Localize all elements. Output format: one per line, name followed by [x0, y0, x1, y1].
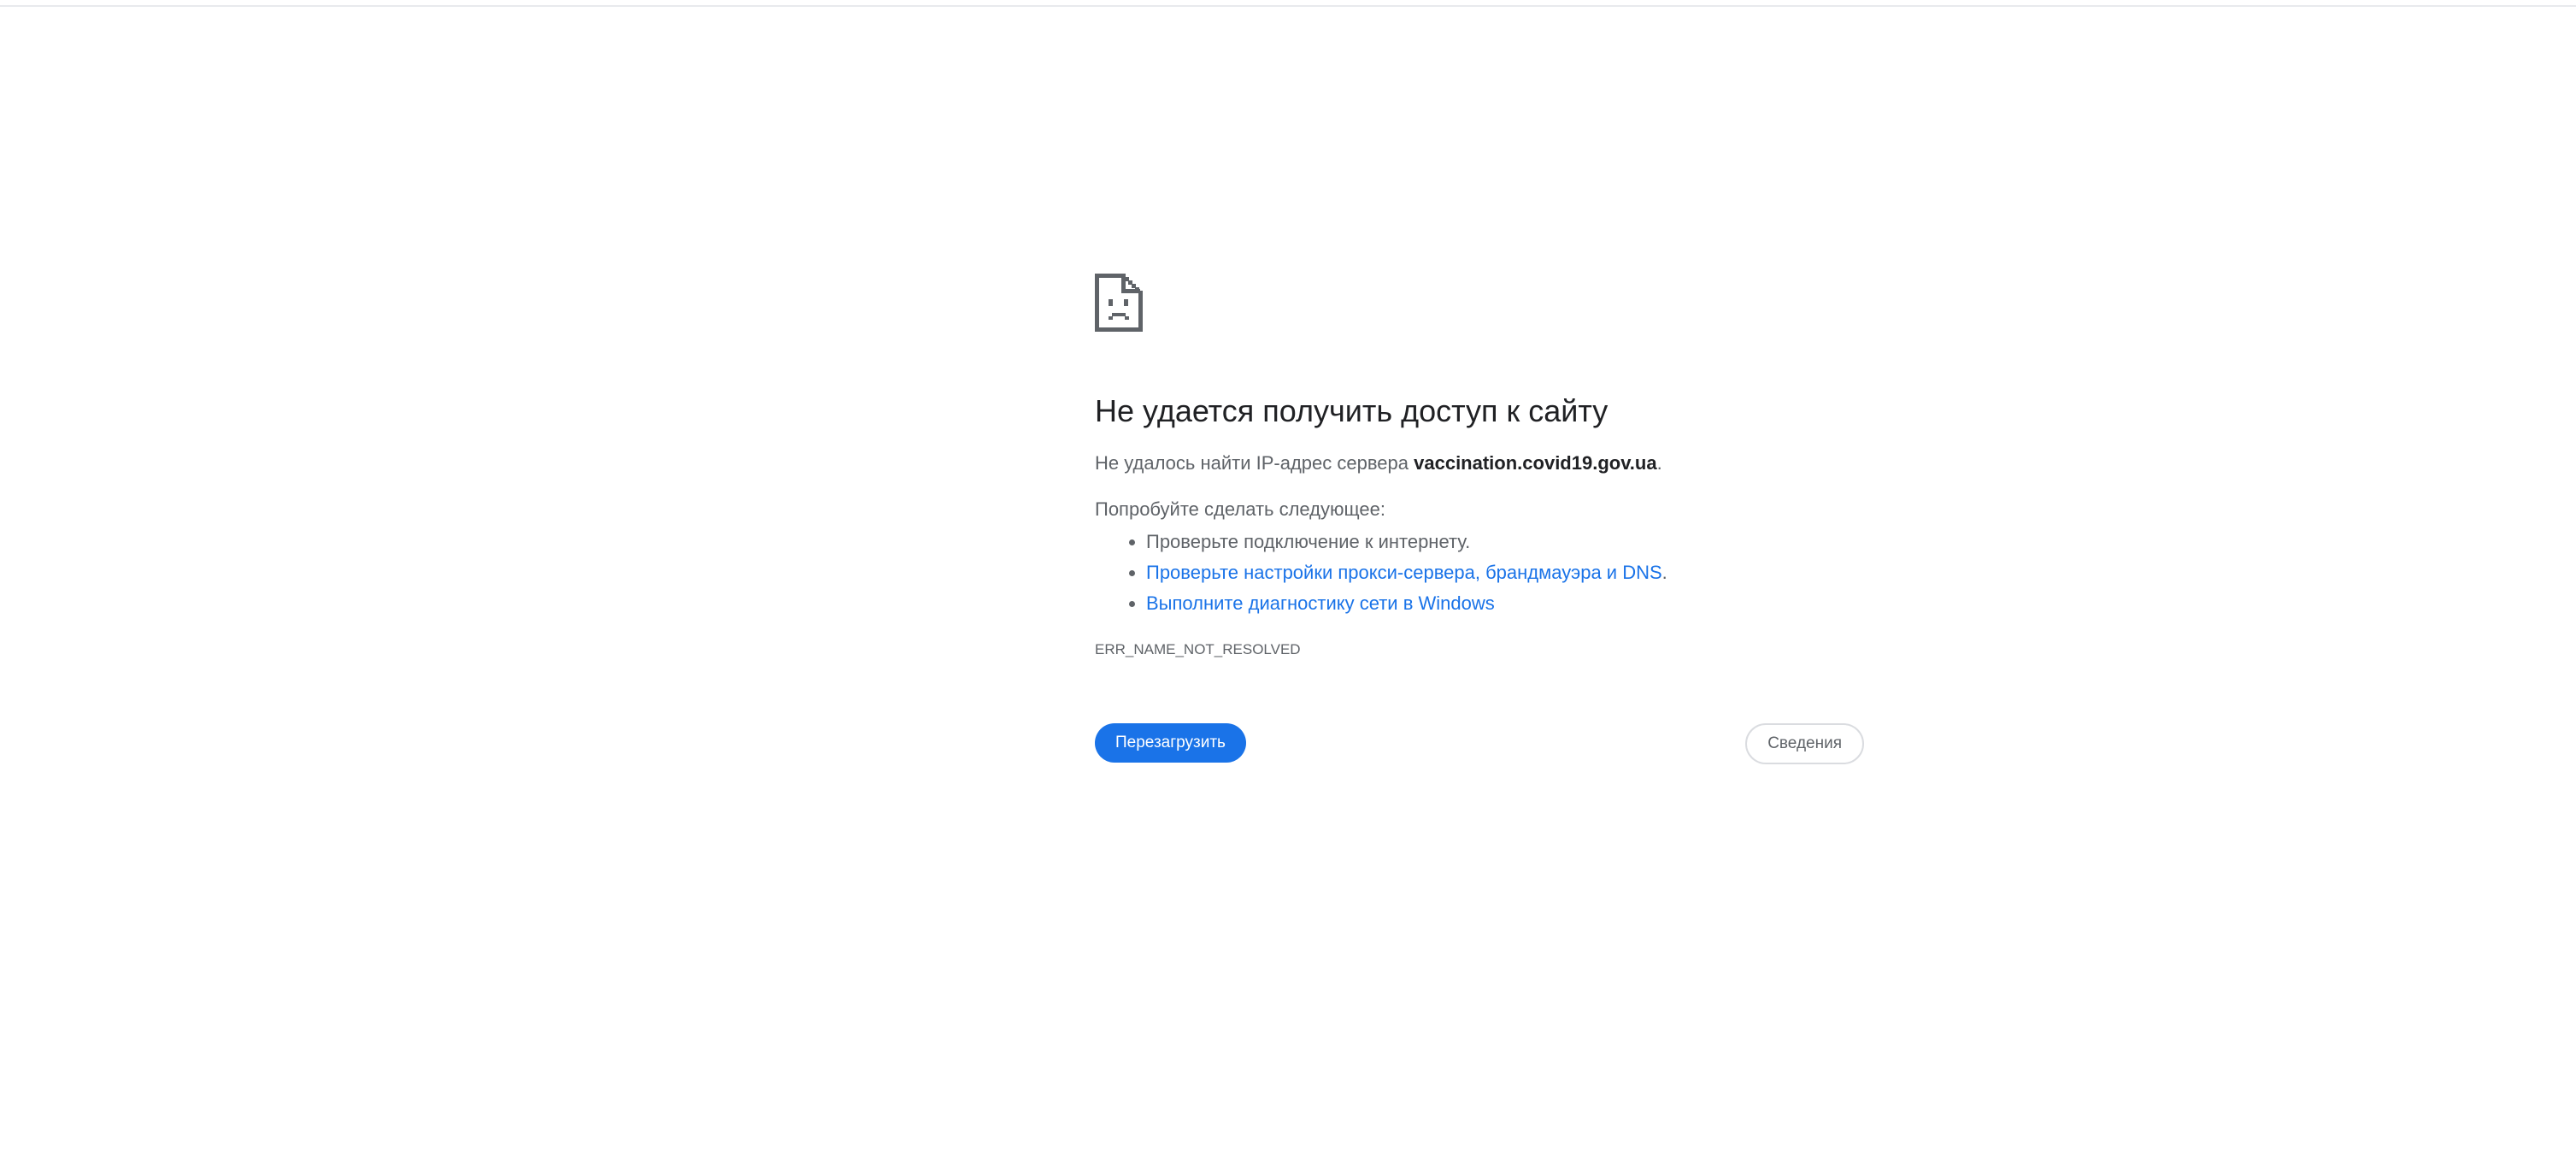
error-page: Не удается получить доступ к сайту Не уд…: [1095, 274, 1864, 764]
suggestion-check-connection: Проверьте подключение к интернету.: [1146, 527, 1864, 557]
suggestions-heading: Попробуйте сделать следующее:: [1095, 498, 1385, 520]
suggestion-check-proxy: Проверьте настройки прокси-сервера, бран…: [1146, 557, 1864, 588]
error-code: ERR_NAME_NOT_RESOLVED: [1095, 641, 1301, 657]
suggestion-text: Проверьте подключение к интернету.: [1146, 531, 1471, 552]
button-row: Перезагрузить Сведения: [1095, 723, 1864, 764]
server-message-prefix: Не удалось найти IP-адрес сервера: [1095, 452, 1414, 474]
network-diagnostics-link[interactable]: Выполните диагностику сети в Windows: [1146, 592, 1495, 614]
reload-button[interactable]: Перезагрузить: [1095, 723, 1246, 763]
server-hostname: vaccination.covid19.gov.ua: [1414, 452, 1657, 474]
suggestion-network-diagnostics: Выполните диагностику сети в Windows: [1146, 588, 1864, 619]
suggestions-list: Проверьте подключение к интернету. Прове…: [1095, 527, 1864, 619]
server-not-found-message: Не удалось найти IP-адрес сервера vaccin…: [1095, 450, 1864, 477]
suggestion-suffix: .: [1661, 562, 1667, 583]
error-title: Не удается получить доступ к сайту: [1095, 393, 1609, 428]
check-proxy-link[interactable]: Проверьте настройки прокси-сервера, бран…: [1146, 562, 1662, 583]
top-divider: [0, 0, 2576, 7]
details-button[interactable]: Сведения: [1745, 723, 1864, 764]
sad-page-icon: [1095, 274, 1143, 332]
server-message-suffix: .: [1656, 452, 1662, 474]
